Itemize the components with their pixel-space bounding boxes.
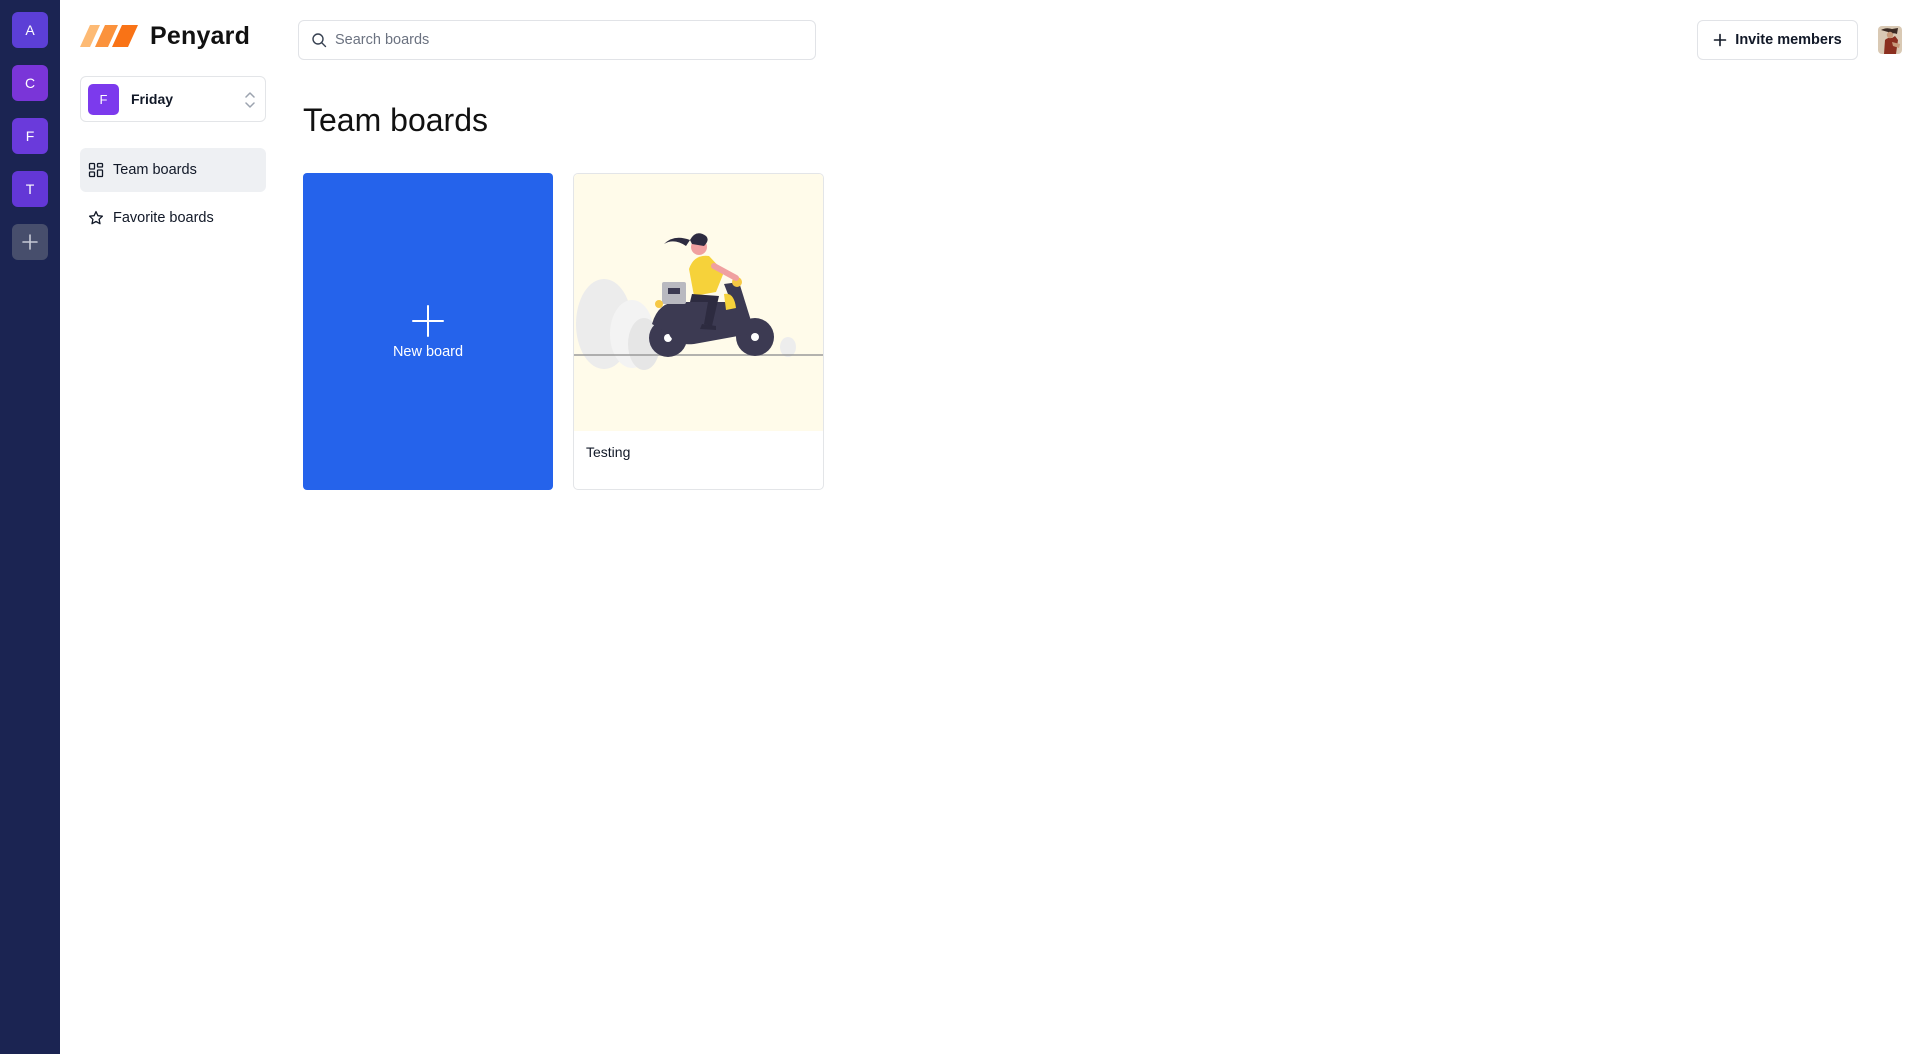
grid-icon xyxy=(88,162,104,178)
invite-members-button[interactable]: Invite members xyxy=(1697,20,1858,60)
logo-mark-icon xyxy=(80,25,138,47)
scooter-rider-illustration xyxy=(574,233,823,370)
new-board-button[interactable]: New board xyxy=(303,173,553,490)
org-switcher-f[interactable]: F xyxy=(12,118,48,154)
sidebar-item-label: Favorite boards xyxy=(113,210,214,226)
create-organization-button[interactable] xyxy=(12,224,48,260)
sidebar-item-label: Team boards xyxy=(113,162,197,178)
new-board-label: New board xyxy=(392,343,464,360)
board-thumbnail xyxy=(574,174,823,431)
search-box[interactable] xyxy=(298,20,816,60)
search-icon xyxy=(312,33,327,48)
org-avatar-initial: F xyxy=(99,91,108,107)
star-icon xyxy=(88,210,104,225)
org-name: Friday xyxy=(131,91,174,107)
penyard-logo[interactable]: Penyard xyxy=(80,20,250,52)
plus-icon xyxy=(412,304,444,337)
page-title: Team boards xyxy=(303,102,488,138)
invite-members-label: Invite members xyxy=(1735,32,1842,48)
organization-selector[interactable]: F Friday xyxy=(80,76,266,122)
org-avatar: F xyxy=(88,83,119,115)
org-initial: A xyxy=(25,22,35,38)
org-switcher-t[interactable]: T xyxy=(12,171,48,207)
sidebar-item-favorite-boards[interactable]: Favorite boards xyxy=(80,196,266,240)
organization-rail: A C F T xyxy=(0,0,60,1054)
user-photo-icon xyxy=(1878,26,1902,54)
search-input[interactable] xyxy=(335,32,795,48)
sidebar-item-team-boards[interactable]: Team boards xyxy=(80,148,266,192)
board-title: Testing xyxy=(586,444,631,460)
chevron-up-down-icon xyxy=(245,92,255,108)
plus-icon xyxy=(22,234,38,250)
plus-icon xyxy=(1713,33,1727,47)
board-card[interactable]: Testing xyxy=(573,173,824,490)
org-initial: T xyxy=(25,181,35,197)
user-avatar[interactable] xyxy=(1878,26,1902,54)
org-initial: C xyxy=(24,75,36,91)
org-initial: F xyxy=(25,128,35,144)
logo-text: Penyard xyxy=(150,21,251,50)
org-switcher-a[interactable]: A xyxy=(12,12,48,48)
org-switcher-c[interactable]: C xyxy=(12,65,48,101)
